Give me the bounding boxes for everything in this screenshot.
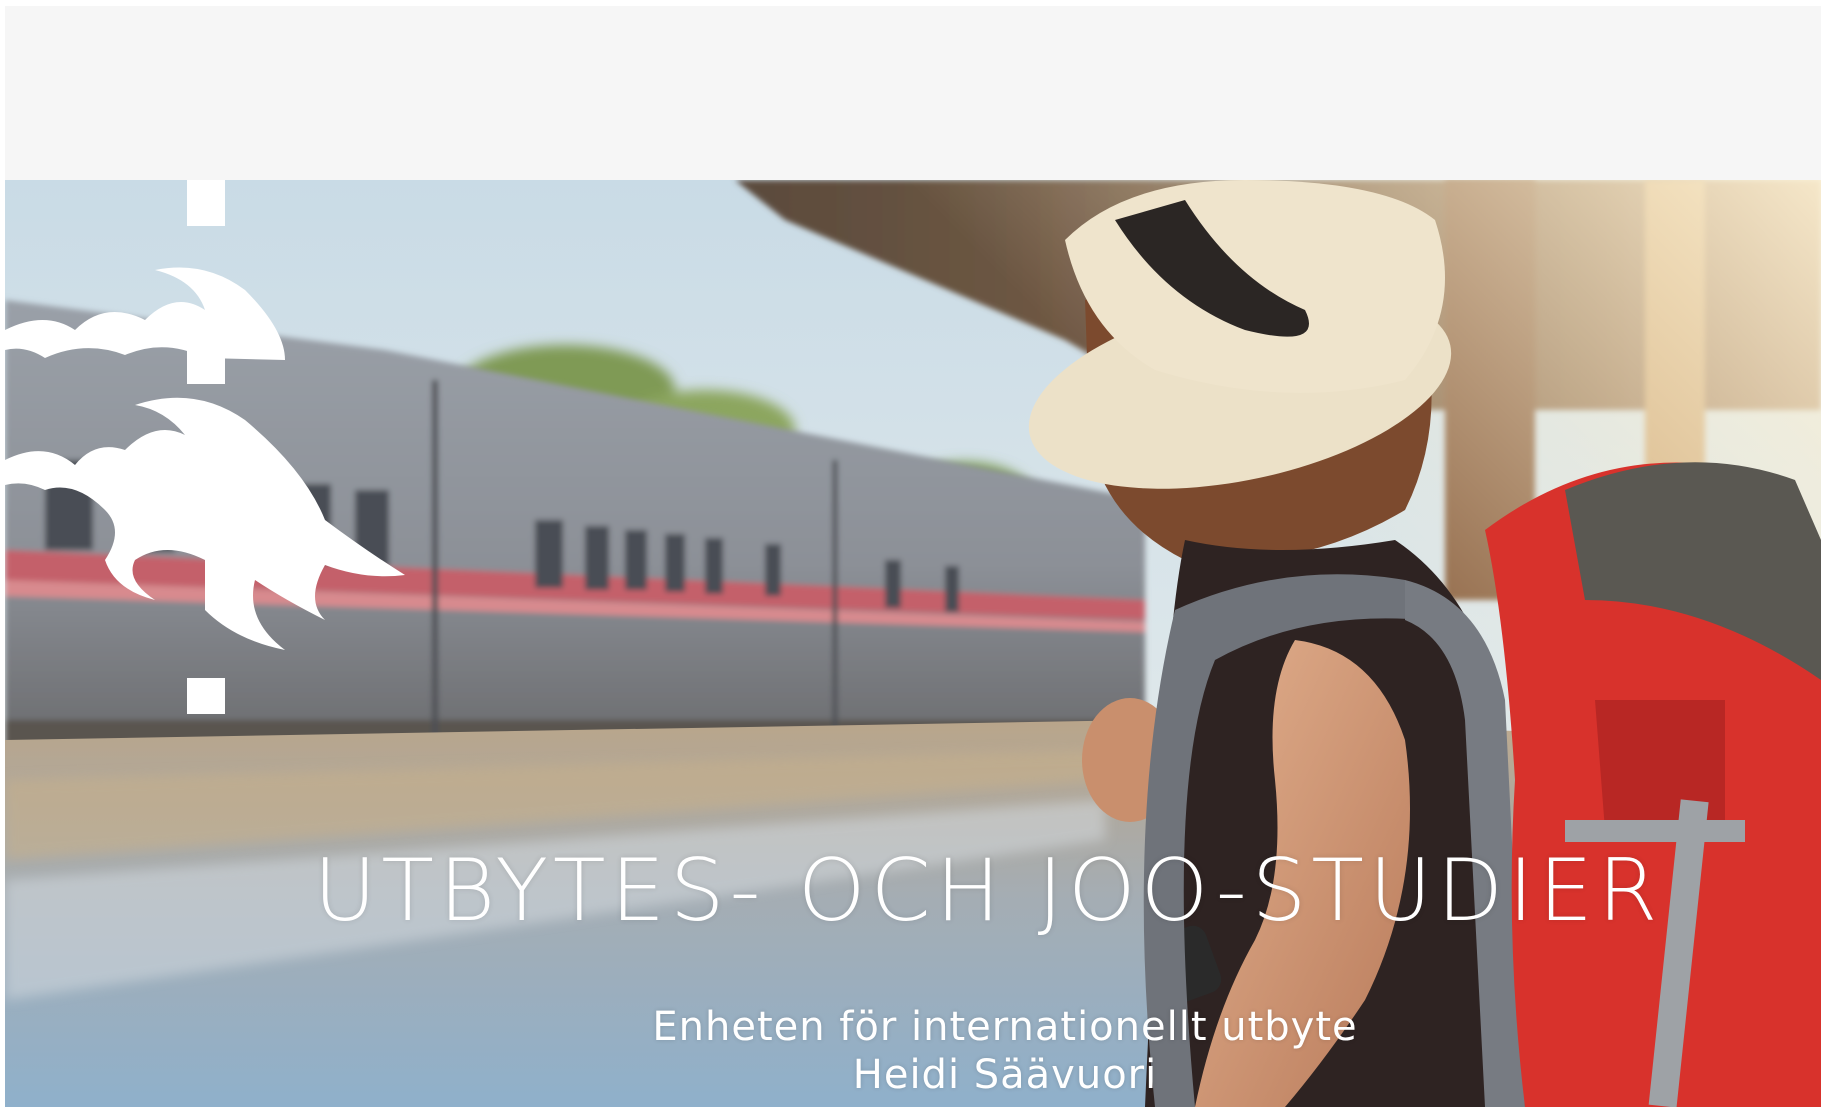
presentation-slide: UTBYTES- OCH JOO-STUDIER Enheten för int… (5, 6, 1821, 1107)
university-flame-logo-icon (5, 180, 405, 714)
subtitle-presenter: Heidi Säävuori (852, 1052, 1158, 1098)
slide-subtitle: Enheten för internationellt utbyte Heidi… (625, 1003, 1385, 1099)
slide-title: UTBYTES- OCH JOO-STUDIER (313, 841, 1663, 941)
subtitle-unit: Enheten för internationellt utbyte (652, 1004, 1358, 1050)
cover-photo (5, 180, 1821, 1107)
top-band (5, 6, 1821, 180)
